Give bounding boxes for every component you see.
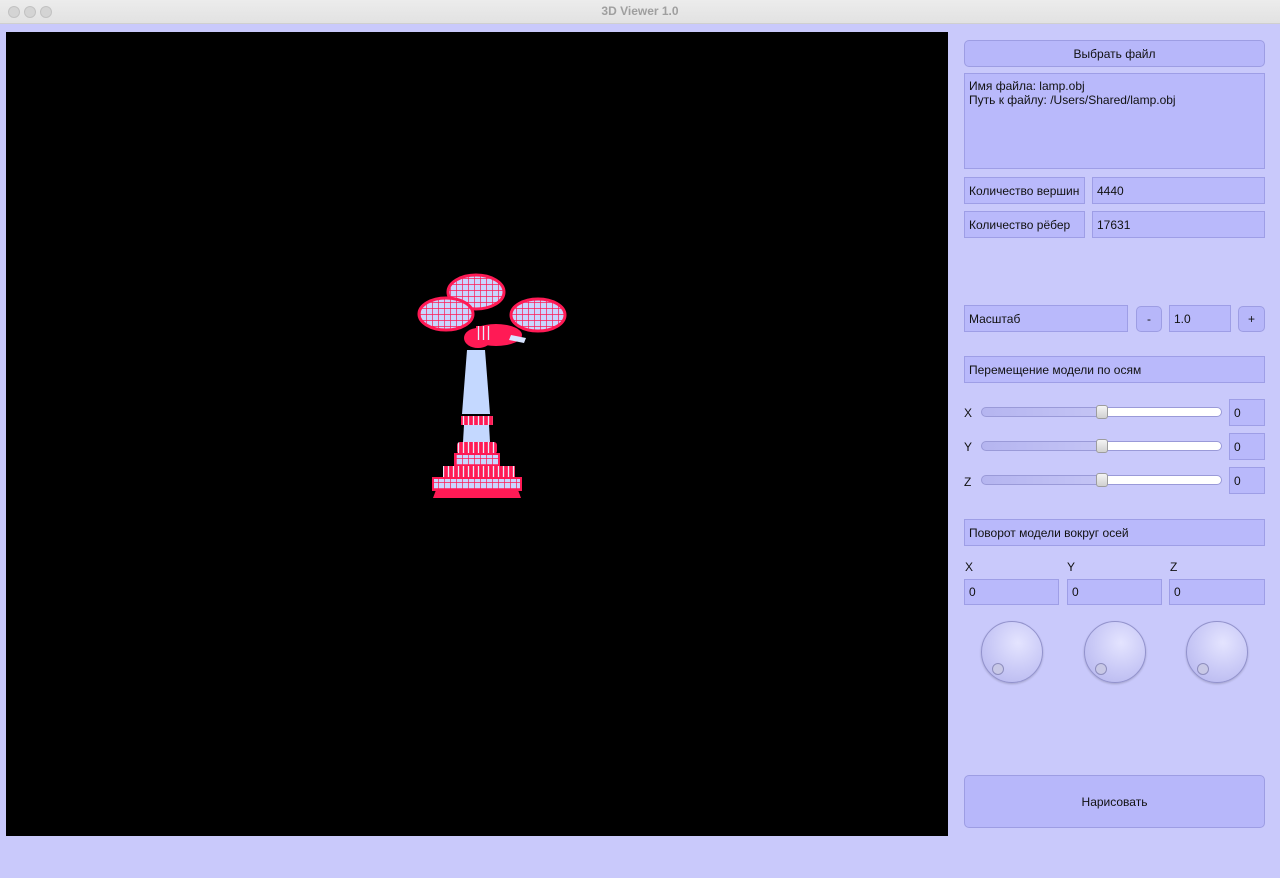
scale-decrease-button[interactable]: - xyxy=(1136,306,1162,332)
translate-x-input[interactable]: 0 xyxy=(1229,399,1265,426)
lamp-model-render xyxy=(417,273,567,498)
scale-input[interactable]: 1.0 xyxy=(1169,305,1231,332)
translate-z-slider[interactable] xyxy=(981,473,1222,487)
translate-y-label: Y xyxy=(964,440,973,454)
window-title: 3D Viewer 1.0 xyxy=(601,4,679,18)
rotate-y-label: Y xyxy=(1067,560,1076,574)
window-titlebar: 3D Viewer 1.0 xyxy=(0,0,1280,24)
translate-x-label: X xyxy=(964,406,973,420)
translate-y-input[interactable]: 0 xyxy=(1229,433,1265,460)
rotate-y-dial[interactable] xyxy=(1084,621,1146,683)
translate-z-input[interactable]: 0 xyxy=(1229,467,1265,494)
rotate-section-header: Поворот модели вокруг осей xyxy=(964,519,1265,546)
dial-indicator-icon xyxy=(992,663,1004,675)
translate-z-label: Z xyxy=(964,475,972,489)
file-info-area: Имя файла: lamp.obj Путь к файлу: /Users… xyxy=(964,73,1265,169)
rotate-z-label: Z xyxy=(1170,560,1178,574)
dial-indicator-icon xyxy=(1197,663,1209,675)
translate-section-header: Перемещение модели по осям xyxy=(964,356,1265,383)
file-name-line: Имя файла: lamp.obj xyxy=(969,79,1085,93)
rotate-z-dial[interactable] xyxy=(1186,621,1248,683)
dial-indicator-icon xyxy=(1095,663,1107,675)
translate-x-slider[interactable] xyxy=(981,405,1222,419)
vertices-count-value: 4440 xyxy=(1092,177,1265,204)
rotate-x-dial[interactable] xyxy=(981,621,1043,683)
lamp-column xyxy=(432,350,522,498)
rotate-x-input[interactable]: 0 xyxy=(964,579,1059,605)
translate-y-slider-thumb[interactable] xyxy=(1096,439,1108,453)
rotate-x-label: X xyxy=(965,560,974,574)
translate-y-slider[interactable] xyxy=(981,439,1222,453)
rotate-z-input[interactable]: 0 xyxy=(1169,579,1265,605)
draw-button[interactable]: Нарисовать xyxy=(964,775,1265,828)
scale-increase-button[interactable]: + xyxy=(1238,306,1265,332)
translate-z-slider-thumb[interactable] xyxy=(1096,473,1108,487)
choose-file-button[interactable]: Выбрать файл xyxy=(964,40,1265,67)
vertices-count-label: Количество вершин xyxy=(964,177,1085,204)
translate-x-slider-thumb[interactable] xyxy=(1096,405,1108,419)
file-path-line: Путь к файлу: /Users/Shared/lamp.obj xyxy=(969,93,1176,107)
scale-label: Масштаб xyxy=(964,305,1128,332)
lamp-shades xyxy=(417,273,567,348)
model-viewport[interactable] xyxy=(6,32,948,836)
edges-count-value: 17631 xyxy=(1092,211,1265,238)
rotate-y-input[interactable]: 0 xyxy=(1067,579,1162,605)
edges-count-label: Количество рёбер xyxy=(964,211,1085,238)
